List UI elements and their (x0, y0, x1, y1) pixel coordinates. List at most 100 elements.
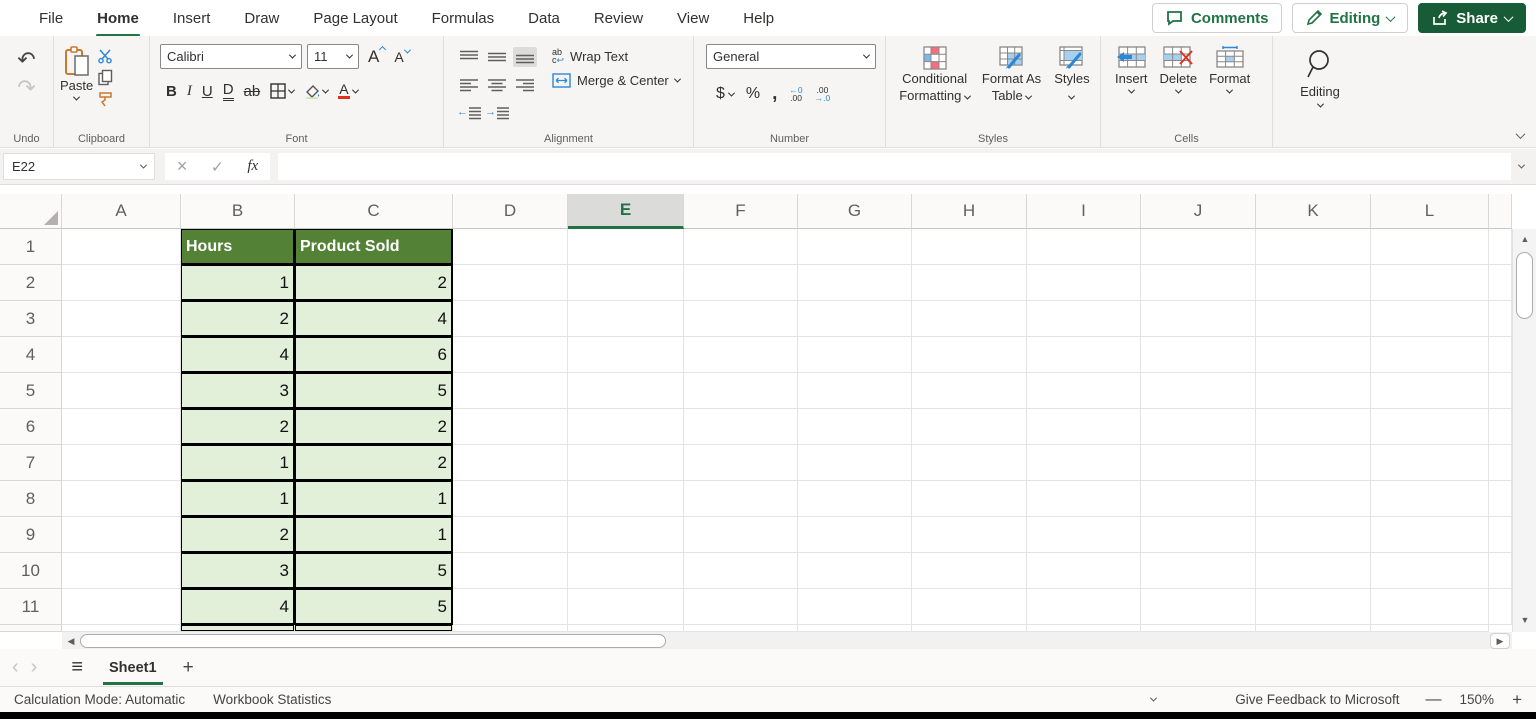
editing-mode-button[interactable]: Editing (1292, 3, 1408, 33)
underline-button[interactable]: U (202, 83, 213, 100)
cell-G11[interactable] (798, 589, 912, 625)
status-options-chevron-icon[interactable] (1150, 695, 1157, 702)
cell-A5[interactable] (62, 373, 181, 409)
cell-B-partial[interactable] (181, 625, 295, 632)
copy-icon[interactable] (97, 69, 114, 86)
cell-I1[interactable] (1027, 229, 1141, 265)
share-button[interactable]: Share (1418, 3, 1526, 33)
cell-I-partial[interactable] (1027, 625, 1141, 632)
insert-function-icon[interactable]: fx (247, 158, 258, 175)
decrease-font-size-button[interactable]: A (394, 49, 409, 65)
name-box[interactable]: E22 (3, 153, 155, 180)
cut-icon[interactable] (97, 48, 114, 64)
cell-H7[interactable] (912, 445, 1027, 481)
zoom-level[interactable]: 150% (1460, 692, 1495, 707)
cell-C11[interactable]: 5 (295, 589, 453, 625)
scroll-left-icon[interactable]: ◀ (62, 632, 80, 650)
delete-cells-button[interactable]: Delete (1160, 46, 1198, 94)
cell-H10[interactable] (912, 553, 1027, 589)
column-header-H[interactable]: H (912, 194, 1027, 229)
cell-J8[interactable] (1141, 481, 1256, 517)
cell-partial-5[interactable] (1489, 373, 1512, 409)
cell-L-partial[interactable] (1371, 625, 1489, 632)
sheet-tab-sheet1[interactable]: Sheet1 (99, 660, 167, 676)
increase-font-size-button[interactable]: A (368, 47, 385, 67)
cell-H-partial[interactable] (912, 625, 1027, 632)
cell-E9[interactable] (568, 517, 684, 553)
cell-K4[interactable] (1256, 337, 1371, 373)
cell-J7[interactable] (1141, 445, 1256, 481)
format-painter-icon[interactable] (97, 91, 114, 107)
cell-F10[interactable] (684, 553, 798, 589)
italic-button[interactable]: I (187, 83, 192, 100)
menu-tab-file[interactable]: File (22, 2, 80, 35)
cell-partial-1[interactable] (1489, 229, 1512, 265)
add-sheet-button[interactable]: + (167, 657, 210, 679)
cell-B3[interactable]: 2 (181, 301, 295, 337)
cell-G7[interactable] (798, 445, 912, 481)
cell-E8[interactable] (568, 481, 684, 517)
cell-D5[interactable] (453, 373, 568, 409)
cell-K11[interactable] (1256, 589, 1371, 625)
menu-tab-insert[interactable]: Insert (156, 2, 228, 35)
formula-input[interactable] (278, 153, 1511, 180)
horizontal-scrollbar[interactable]: ◀ ▶ (62, 632, 1512, 650)
cell-I10[interactable] (1027, 553, 1141, 589)
cell-B1[interactable]: Hours (181, 229, 295, 265)
cell-G6[interactable] (798, 409, 912, 445)
font-name-select[interactable]: Calibri (160, 44, 302, 69)
align-center-icon[interactable] (485, 75, 509, 95)
cell-J11[interactable] (1141, 589, 1256, 625)
borders-button[interactable] (270, 83, 294, 99)
cell-H4[interactable] (912, 337, 1027, 373)
double-underline-button[interactable]: D (223, 81, 234, 101)
column-header-E[interactable]: E (568, 194, 684, 229)
cell-E2[interactable] (568, 265, 684, 301)
column-header-F[interactable]: F (684, 194, 798, 229)
column-header-I[interactable]: I (1027, 194, 1141, 229)
cell-K6[interactable] (1256, 409, 1371, 445)
cell-C4[interactable]: 6 (295, 337, 453, 373)
cell-K7[interactable] (1256, 445, 1371, 481)
cell-A8[interactable] (62, 481, 181, 517)
cell-J1[interactable] (1141, 229, 1256, 265)
cell-E10[interactable] (568, 553, 684, 589)
cell-K8[interactable] (1256, 481, 1371, 517)
column-header-L[interactable]: L (1371, 194, 1489, 229)
cell-H5[interactable] (912, 373, 1027, 409)
cell-A11[interactable] (62, 589, 181, 625)
align-top-icon[interactable] (457, 47, 481, 67)
cell-E7[interactable] (568, 445, 684, 481)
column-header-B[interactable]: B (181, 194, 295, 229)
vertical-scrollbar[interactable]: ▲ ▼ (1512, 229, 1536, 632)
menu-tab-draw[interactable]: Draw (227, 2, 296, 35)
format-as-table-button[interactable]: Format AsTable (981, 46, 1042, 104)
cell-I8[interactable] (1027, 481, 1141, 517)
number-format-select[interactable]: General (706, 44, 876, 69)
cell-I3[interactable] (1027, 301, 1141, 337)
cell-K1[interactable] (1256, 229, 1371, 265)
scroll-right-icon[interactable]: ▶ (1490, 633, 1510, 649)
align-right-icon[interactable] (513, 75, 537, 95)
column-header-A[interactable]: A (62, 194, 181, 229)
cell-B9[interactable]: 2 (181, 517, 295, 553)
zoom-out-button[interactable]: — (1426, 691, 1442, 709)
select-all-corner[interactable] (0, 194, 62, 229)
percent-format-button[interactable]: % (746, 85, 760, 103)
cell-A7[interactable] (62, 445, 181, 481)
cell-L3[interactable] (1371, 301, 1489, 337)
calculation-mode-status[interactable]: Calculation Mode: Automatic (0, 692, 199, 707)
comma-format-button[interactable]: , (772, 83, 777, 105)
cell-G5[interactable] (798, 373, 912, 409)
paste-button[interactable]: Paste (60, 44, 93, 107)
menu-tab-formulas[interactable]: Formulas (415, 2, 512, 35)
cell-K2[interactable] (1256, 265, 1371, 301)
cell-A3[interactable] (62, 301, 181, 337)
column-header-C[interactable]: C (295, 194, 453, 229)
cell-D-partial[interactable] (453, 625, 568, 632)
cell-F9[interactable] (684, 517, 798, 553)
cell-C1[interactable]: Product Sold (295, 229, 453, 265)
cell-K5[interactable] (1256, 373, 1371, 409)
row-header-3[interactable]: 3 (0, 301, 62, 337)
cell-A-partial[interactable] (62, 625, 181, 632)
